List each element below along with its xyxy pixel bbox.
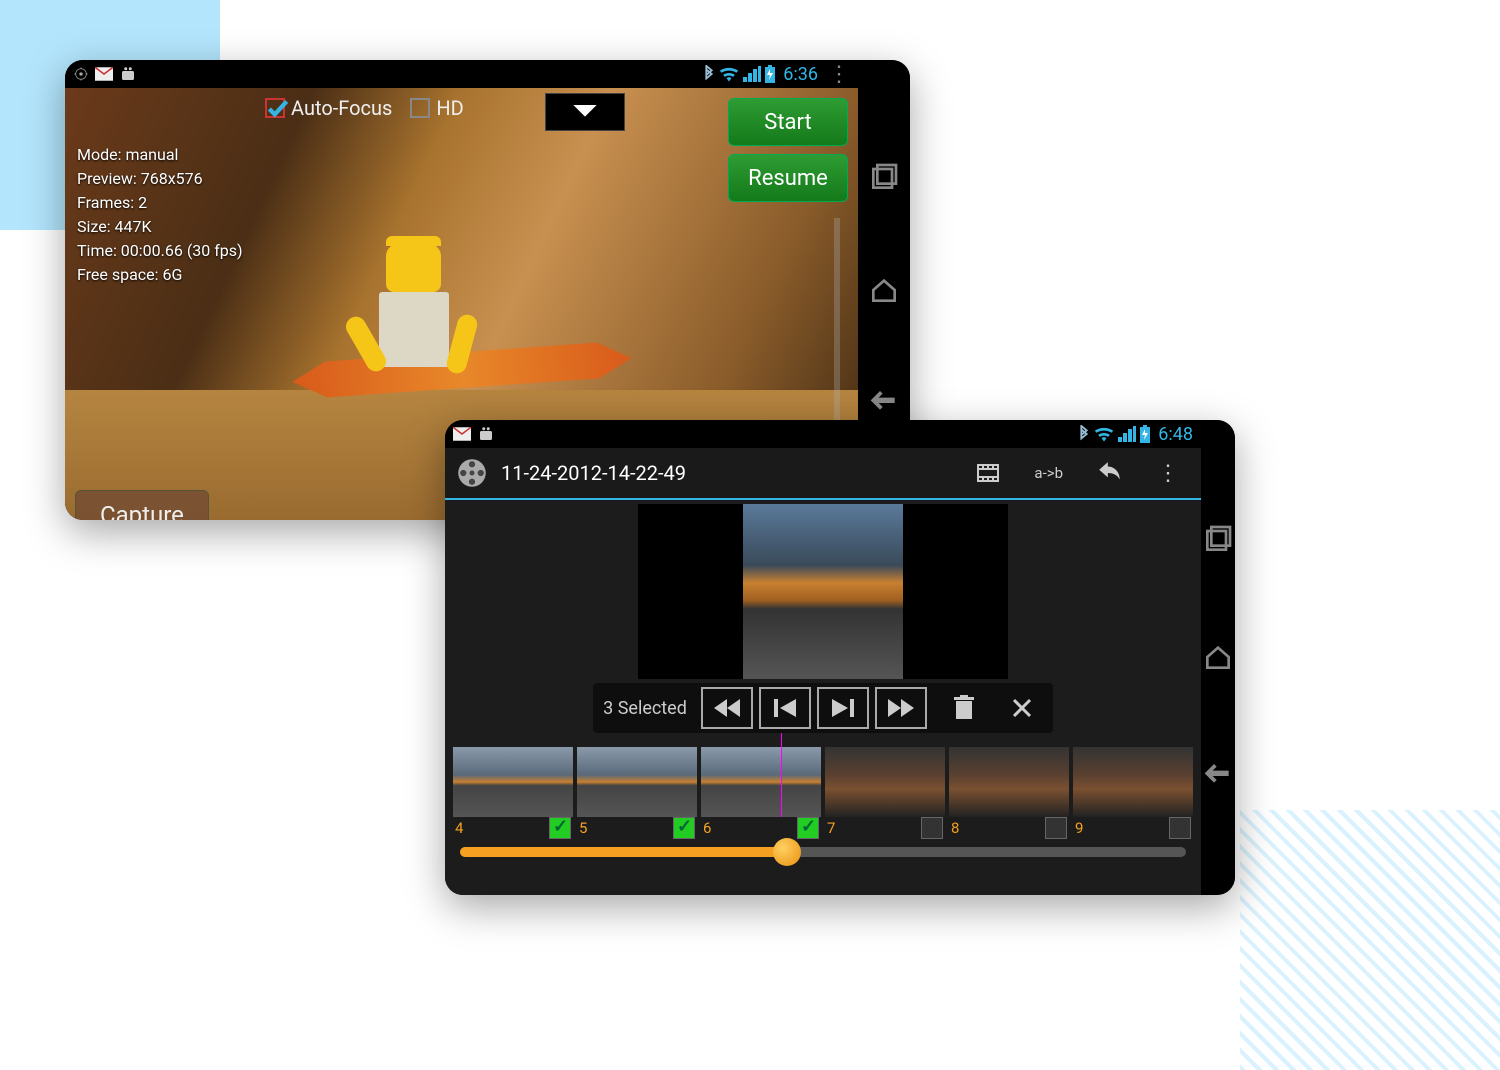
thumbnail-checkbox[interactable] — [797, 817, 819, 839]
thumbnail-image — [1073, 747, 1193, 817]
thumbnail-image — [453, 747, 573, 817]
thumbnail[interactable]: 8 — [949, 747, 1069, 817]
signal-icon — [1118, 426, 1136, 442]
bluetooth-icon — [703, 65, 715, 83]
thumbnail-checkbox[interactable] — [1169, 817, 1191, 839]
close-selection-button[interactable] — [1001, 687, 1043, 729]
thumbnail[interactable]: 9 — [1073, 747, 1193, 817]
android-icon — [477, 426, 495, 442]
fast-forward-button[interactable] — [875, 687, 927, 729]
recents-icon[interactable] — [1202, 523, 1234, 555]
stat-size: Size: 447K — [77, 215, 243, 239]
thumbnail-image — [825, 747, 945, 817]
thumbnail-number: 7 — [827, 819, 835, 837]
clock-text: 6:36 — [783, 64, 818, 85]
undo-button[interactable] — [1087, 456, 1133, 490]
delete-button[interactable] — [943, 687, 985, 729]
next-frame-button[interactable] — [817, 687, 869, 729]
wifi-icon — [719, 66, 739, 82]
statusbar: 6:36 ⋮ — [65, 60, 858, 88]
editor-body: 3 Selected 456789 — [445, 500, 1201, 895]
close-icon — [1011, 697, 1033, 719]
thumbnail[interactable]: 6 — [701, 747, 821, 817]
stat-time: Time: 00:00.66 (30 fps) — [77, 239, 243, 263]
capture-options: Auto-Focus HD — [265, 96, 464, 120]
autofocus-label: Auto-Focus — [291, 96, 392, 120]
recents-icon[interactable] — [868, 161, 900, 193]
thumbnail-number: 8 — [951, 819, 959, 837]
overflow-menu-icon[interactable]: ⋮ — [828, 62, 850, 87]
ab-button[interactable]: a->b — [1024, 458, 1073, 488]
decor-lines — [1240, 810, 1500, 1070]
thumbnail-image — [577, 747, 697, 817]
thumbnail-checkbox[interactable] — [921, 817, 943, 839]
frames-view-button[interactable] — [966, 457, 1010, 489]
stat-preview: Preview: 768x576 — [77, 167, 243, 191]
thumbnail-checkbox[interactable] — [1045, 817, 1067, 839]
stat-free: Free space: 6G — [77, 263, 243, 287]
thumbnail-number: 5 — [579, 819, 587, 837]
options-dropdown[interactable] — [545, 93, 625, 131]
back-icon[interactable] — [1202, 760, 1234, 792]
undo-icon — [1097, 462, 1123, 484]
phone-editor: 6:48 11-24-2012-14-22-49 a->b ⋮ 3 Select… — [445, 420, 1235, 895]
preview-image — [743, 504, 903, 679]
scene-figure — [354, 244, 474, 444]
thumbnail[interactable]: 5 — [577, 747, 697, 817]
wifi-icon — [1094, 426, 1114, 442]
thumbnail-number: 4 — [455, 819, 463, 837]
gmail-icon — [95, 67, 113, 81]
android-icon — [119, 66, 137, 82]
timeline-knob[interactable] — [773, 838, 801, 866]
timeline-fill — [460, 847, 787, 857]
bluetooth-icon — [1078, 425, 1090, 443]
timeline-slider[interactable] — [460, 847, 1186, 857]
capture-button[interactable]: Capture — [75, 490, 209, 520]
back-icon[interactable] — [868, 387, 900, 419]
thumbnail-number: 6 — [703, 819, 711, 837]
trash-icon — [953, 695, 975, 721]
resume-button[interactable]: Resume — [728, 154, 848, 202]
thumbnail-image — [949, 747, 1069, 817]
capture-stats: Mode: manual Preview: 768x576 Frames: 2 … — [77, 143, 243, 287]
preview-frame[interactable] — [638, 504, 1008, 679]
gmail-icon — [453, 427, 471, 441]
editor-titlebar: 11-24-2012-14-22-49 a->b ⋮ — [445, 448, 1201, 500]
chevron-down-icon — [571, 102, 599, 122]
clock-text: 6:48 — [1158, 424, 1193, 445]
home-icon[interactable] — [868, 274, 900, 306]
statusbar: 6:48 — [445, 420, 1201, 448]
filmstrip-icon — [976, 463, 1000, 483]
thumbnail[interactable]: 4 — [453, 747, 573, 817]
thumbnail-number: 9 — [1075, 819, 1083, 837]
system-navbar — [1201, 420, 1235, 895]
film-reel-icon — [457, 458, 487, 488]
start-button[interactable]: Start — [728, 98, 848, 146]
hd-checkbox[interactable]: HD — [410, 96, 463, 120]
selection-count: 3 Selected — [603, 698, 687, 719]
thumbnail-checkbox[interactable] — [549, 817, 571, 839]
playback-controls: 3 Selected — [593, 683, 1053, 733]
gps-icon — [73, 66, 89, 82]
stat-mode: Mode: manual — [77, 143, 243, 167]
thumbnail-checkbox[interactable] — [673, 817, 695, 839]
thumbnail-strip[interactable]: 456789 — [445, 747, 1201, 817]
rewind-button[interactable] — [701, 687, 753, 729]
hd-label: HD — [436, 96, 463, 120]
battery-icon — [1140, 425, 1150, 443]
autofocus-checkbox[interactable]: Auto-Focus — [265, 96, 392, 120]
thumbnail[interactable]: 7 — [825, 747, 945, 817]
thumbnail-image — [701, 747, 821, 817]
overflow-menu-button[interactable]: ⋮ — [1147, 455, 1189, 492]
prev-frame-button[interactable] — [759, 687, 811, 729]
battery-icon — [765, 65, 775, 83]
home-icon[interactable] — [1202, 641, 1234, 673]
signal-icon — [743, 66, 761, 82]
project-title: 11-24-2012-14-22-49 — [501, 461, 952, 485]
stat-frames: Frames: 2 — [77, 191, 243, 215]
